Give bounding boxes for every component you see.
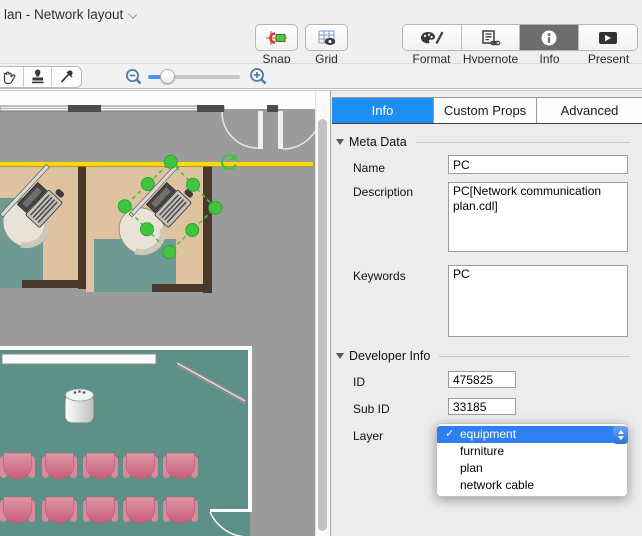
- hypernote-icon: [482, 29, 501, 45]
- zoom-out-icon: [126, 69, 142, 85]
- grid-icon: [318, 30, 336, 45]
- eyedropper-icon: [61, 70, 73, 83]
- zoom-in-button[interactable]: [249, 67, 268, 91]
- developer-info-section-header[interactable]: Developer Info: [336, 349, 630, 363]
- scrollbar-thumb[interactable]: [318, 119, 327, 531]
- info-button[interactable]: [520, 25, 579, 50]
- zoom-slider-thumb[interactable]: [160, 69, 175, 84]
- keywords-input[interactable]: PC: [448, 265, 628, 337]
- floor-plan[interactable]: [0, 91, 322, 536]
- stamp-tool-button[interactable]: [23, 67, 53, 87]
- popup-arrows-cap[interactable]: [613, 425, 628, 444]
- tab-custom-props[interactable]: Custom Props: [434, 98, 537, 123]
- layer-label: Layer: [353, 429, 384, 443]
- chevron-down-icon: [129, 9, 137, 17]
- document-title-text: lan - Network layout: [4, 7, 124, 22]
- podium[interactable]: [64, 388, 95, 424]
- zoom-out-button[interactable]: [125, 68, 143, 91]
- zoom-in-icon: [250, 68, 267, 85]
- present-icon: [598, 31, 617, 44]
- id-label: ID: [353, 375, 365, 389]
- eyedropper-tool-button[interactable]: [52, 67, 81, 87]
- panel-tabs: Info Custom Props Advanced: [332, 97, 642, 124]
- description-label: Description: [353, 185, 414, 199]
- tab-advanced[interactable]: Advanced: [537, 98, 642, 123]
- canvas-vertical-scrollbar[interactable]: [315, 90, 330, 536]
- stamp-icon: [32, 69, 44, 84]
- layer-option-network-cable[interactable]: network cable: [437, 477, 627, 494]
- layer-option-furniture[interactable]: furniture: [437, 443, 627, 460]
- hypernote-button[interactable]: [461, 25, 520, 50]
- section-rule: [415, 141, 630, 143]
- checkmark-icon: ✓: [445, 428, 455, 440]
- snap-icon: [266, 30, 287, 45]
- collapse-triangle-icon[interactable]: [336, 139, 344, 145]
- arrow-down-icon: [617, 435, 624, 440]
- description-input[interactable]: PC[Network communication plan.cdl]: [448, 182, 628, 252]
- app-window: lan - Network layout Snap Grid Format Hy…: [0, 0, 642, 536]
- meta-data-section-title: Meta Data: [349, 135, 407, 149]
- hand-tool-button[interactable]: [0, 67, 24, 87]
- hand-icon: [4, 71, 16, 85]
- present-button[interactable]: [578, 25, 637, 50]
- developer-info-section-title: Developer Info: [349, 349, 431, 363]
- keywords-label: Keywords: [353, 269, 406, 283]
- format-palette-icon: [420, 30, 444, 44]
- drawing-canvas[interactable]: [0, 90, 322, 536]
- tab-info[interactable]: Info: [332, 98, 434, 123]
- sub-id-label: Sub ID: [353, 402, 390, 416]
- document-title[interactable]: lan - Network layout: [4, 7, 137, 22]
- conference-room: [0, 346, 252, 536]
- layer-option-equipment[interactable]: ✓ equipment: [437, 425, 628, 444]
- tools-toolbar: [0, 63, 642, 89]
- collapse-triangle-icon[interactable]: [336, 353, 344, 359]
- room-door: [210, 509, 252, 512]
- section-rule: [439, 355, 630, 357]
- view-mode-segmented-control: [402, 24, 638, 51]
- name-label: Name: [353, 161, 386, 175]
- pointer-tool-group: [0, 66, 82, 88]
- layer-option-plan[interactable]: plan: [437, 460, 627, 477]
- whiteboard[interactable]: [1, 353, 157, 365]
- arrow-up-icon: [617, 429, 624, 434]
- snap-button[interactable]: [255, 24, 298, 51]
- name-input[interactable]: [448, 155, 628, 174]
- sub-id-input[interactable]: [448, 398, 516, 415]
- grid-button[interactable]: [305, 24, 348, 51]
- id-input[interactable]: [448, 371, 516, 388]
- info-icon: [541, 30, 557, 45]
- meta-data-section-header[interactable]: Meta Data: [336, 135, 630, 149]
- layer-dropdown-menu: ✓ equipment furniture plan network cable: [436, 423, 628, 497]
- format-button[interactable]: [403, 25, 462, 50]
- main-toolbar: lan - Network layout Snap Grid Format Hy…: [0, 0, 642, 66]
- info-panel: Info Custom Props Advanced Meta Data Nam…: [330, 90, 642, 536]
